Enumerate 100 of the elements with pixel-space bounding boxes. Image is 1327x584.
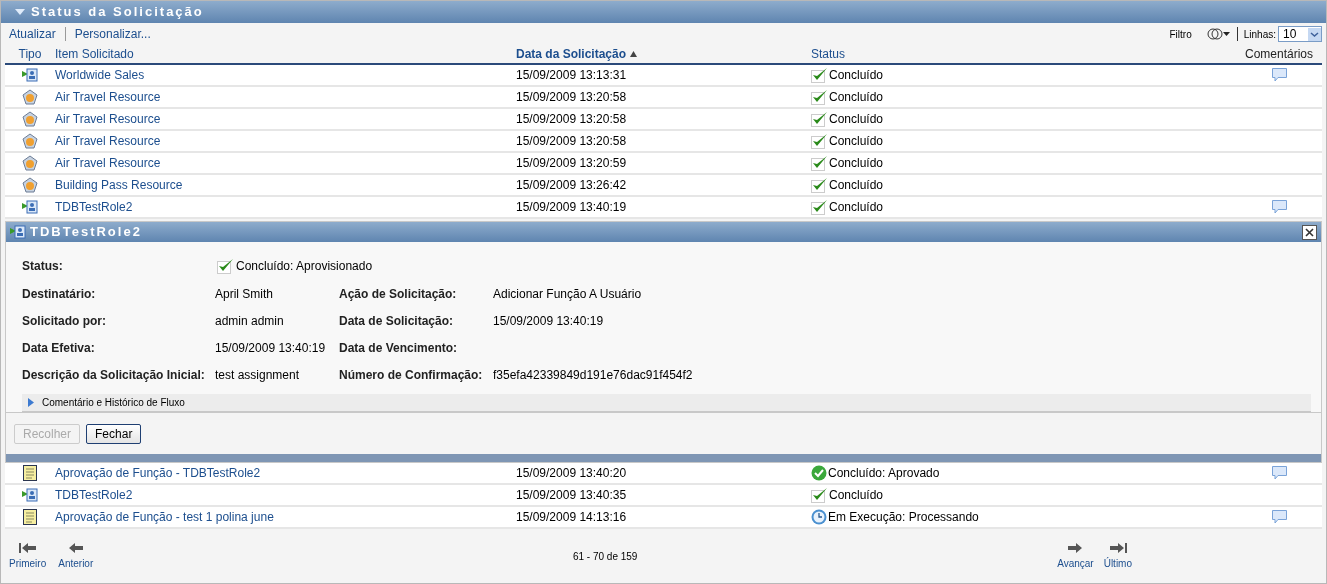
status-text: Concluído <box>829 199 884 216</box>
item-link[interactable]: Air Travel Resource <box>55 110 516 128</box>
item-link[interactable]: Air Travel Resource <box>55 88 516 106</box>
item-link[interactable]: TDBTestRole2 <box>55 198 516 216</box>
field-value: Concluído: Aprovisionado <box>236 258 373 275</box>
document-icon <box>23 465 37 481</box>
table-row[interactable]: TDBTestRole2 15/09/2009 13:40:19 Concluído <box>5 197 1322 219</box>
field-label: Data de Vencimento: <box>339 339 459 357</box>
field-value: 15/09/2009 13:40:19 <box>493 312 605 330</box>
field-value: f35efa42339849d191e76dac91f454f2 <box>493 366 694 384</box>
request-date: 15/09/2009 13:20:58 <box>516 111 628 128</box>
item-link[interactable]: Aprovação de Função - TDBTestRole2 <box>55 464 516 482</box>
comment-icon[interactable] <box>1271 200 1287 214</box>
status-text: Concluído <box>829 133 884 150</box>
column-header[interactable]: Status <box>811 45 846 63</box>
comment-icon[interactable] <box>1271 510 1287 524</box>
pentagon-icon <box>22 111 38 127</box>
field-label: Solicitado por: <box>22 312 107 330</box>
table-row[interactable]: Air Travel Resource 15/09/2009 13:20:59 Concluído <box>5 153 1322 175</box>
last-arrow-icon <box>1108 541 1127 554</box>
field-label: Número de Confirmação: <box>339 366 484 384</box>
role-icon <box>22 68 38 82</box>
pentagon-icon <box>22 133 38 149</box>
filter-dropdown-icon[interactable] <box>1206 27 1231 41</box>
next-page-button[interactable]: Avançar <box>1057 541 1094 571</box>
table-row[interactable]: Aprovação de Função - test 1 polina june 15/09/2009 14:13:16 Em Execução: Processando <box>5 507 1322 529</box>
column-header[interactable]: Item Solicitado <box>55 45 134 63</box>
table-row[interactable]: TDBTestRole2 15/09/2009 13:40:35 Concluído <box>5 485 1322 507</box>
field-value: test assignment <box>215 366 301 384</box>
column-header[interactable]: Data da Solicitação <box>516 45 627 63</box>
item-link[interactable]: TDBTestRole2 <box>55 486 516 504</box>
status-text: Concluído <box>829 155 884 172</box>
first-arrow-icon <box>18 541 37 554</box>
table-row[interactable]: Air Travel Resource 15/09/2009 13:20:58 Concluído <box>5 87 1322 109</box>
comment-icon[interactable] <box>1271 68 1287 82</box>
item-link[interactable]: Worldwide Sales <box>55 66 516 84</box>
status-text: Concluído <box>829 177 884 194</box>
table-row[interactable]: Worldwide Sales 15/09/2009 13:13:31 Concluído <box>5 65 1322 87</box>
chevron-icon <box>1308 27 1321 41</box>
comment-icon[interactable] <box>1271 466 1287 480</box>
field-label: Ação de Solicitação: <box>339 285 458 303</box>
role-icon <box>10 225 26 239</box>
item-link[interactable]: Building Pass Resource <box>55 176 516 194</box>
column-header[interactable]: Tipo <box>18 45 42 63</box>
request-date: 15/09/2009 13:20:58 <box>516 133 628 150</box>
item-link[interactable]: Aprovação de Função - test 1 polina june <box>55 508 516 526</box>
status-text: Concluído <box>829 89 884 106</box>
table-row[interactable]: Air Travel Resource 15/09/2009 13:20:58 Concluído <box>5 109 1322 131</box>
filter-label: Filtro <box>1169 27 1192 42</box>
last-page-button[interactable]: Último <box>1103 541 1132 571</box>
pentagon-icon <box>22 155 38 171</box>
request-date: 15/09/2009 13:20:59 <box>516 155 628 172</box>
history-section[interactable]: Comentário e Histórico de Fluxo <box>22 394 1311 412</box>
field-value: 15/09/2009 13:40:19 <box>215 339 327 357</box>
detail-title: TDBTestRole2 <box>30 223 142 242</box>
field-value: admin admin <box>215 312 285 330</box>
field-label: Descrição da Solicitação Inicial: <box>22 366 206 384</box>
left-arrow-icon <box>67 541 84 554</box>
pentagon-icon <box>22 177 38 193</box>
close-button[interactable] <box>1302 224 1317 240</box>
document-icon <box>23 509 37 525</box>
request-date: 15/09/2009 13:40:20 <box>516 465 628 482</box>
collapse-icon[interactable] <box>15 8 25 16</box>
request-date: 15/09/2009 13:26:42 <box>516 177 628 194</box>
request-date: 15/09/2009 13:13:31 <box>516 67 628 84</box>
panel-title: Status da Solicitação <box>31 3 204 22</box>
field-value: April Smith <box>215 285 274 303</box>
item-link[interactable]: Air Travel Resource <box>55 154 516 172</box>
rows-label: Linhas: <box>1243 27 1276 42</box>
first-page-button[interactable]: Primeiro <box>9 541 47 571</box>
status-text: Concluído: Aprovado <box>828 465 940 482</box>
request-date: 15/09/2009 14:13:16 <box>516 509 628 526</box>
request-date: 15/09/2009 13:40:35 <box>516 487 628 504</box>
toolbar-link[interactable]: Personalizar... <box>74 25 151 43</box>
action-button[interactable]: Fechar <box>86 423 142 444</box>
right-arrow-icon <box>1067 541 1084 554</box>
table-row[interactable]: Building Pass Resource 15/09/2009 13:26:42 Concluído <box>5 175 1322 197</box>
field-label: Data de Solicitação: <box>339 312 455 330</box>
status-text: Concluído <box>829 487 884 504</box>
role-icon <box>22 488 38 502</box>
pentagon-icon <box>22 89 38 105</box>
rows-select[interactable]: 10 <box>1278 26 1322 42</box>
status-text: Concluído <box>829 111 884 128</box>
request-date: 15/09/2009 13:40:19 <box>516 199 628 216</box>
table-row[interactable]: Aprovação de Função - TDBTestRole2 15/09/2009 13:40:20 Concluído: Aprovado <box>5 463 1322 485</box>
request-date: 15/09/2009 13:20:58 <box>516 89 628 106</box>
field-label: Data Efetiva: <box>22 339 96 357</box>
field-value: Adicionar Função A Usuário <box>493 285 643 303</box>
close-icon <box>1305 227 1314 237</box>
page-range: 61 - 70 de 159 <box>572 549 638 564</box>
previous-page-button[interactable]: Anterior <box>58 541 94 571</box>
field-label: Destinatário: <box>22 285 97 303</box>
status-text: Em Execução: Processando <box>828 509 979 526</box>
role-icon <box>22 200 38 214</box>
field-label: Status: <box>22 258 64 275</box>
table-row[interactable]: Air Travel Resource 15/09/2009 13:20:58 Concluído <box>5 131 1322 153</box>
toolbar-link[interactable]: Atualizar <box>9 25 56 43</box>
status-text: Concluído <box>829 67 884 84</box>
item-link[interactable]: Air Travel Resource <box>55 132 516 150</box>
column-header[interactable]: Comentários <box>1245 45 1313 63</box>
